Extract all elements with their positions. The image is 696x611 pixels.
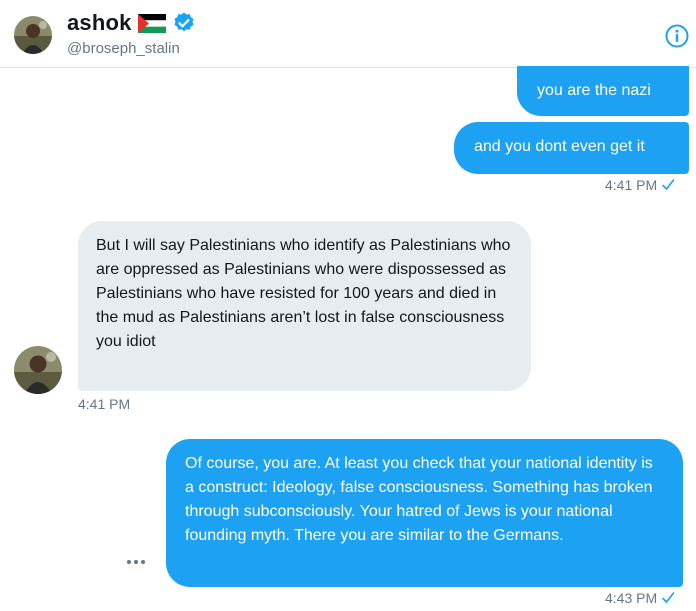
timestamp-text: 4:43 PM: [605, 590, 658, 606]
info-icon[interactable]: [665, 24, 689, 48]
message-timestamp: 4:41 PM: [605, 177, 675, 193]
conversation-header: ashok @broseph_stalin: [0, 0, 696, 68]
avatar[interactable]: [14, 346, 62, 394]
user-handle: @broseph_stalin: [67, 40, 180, 57]
header-name-row: ashok: [67, 10, 196, 36]
verified-badge-icon: [172, 11, 196, 35]
message-bubble-outgoing[interactable]: and you dont even get it: [454, 122, 689, 174]
dm-conversation: ashok @broseph_stalin you are the nazi a…: [0, 0, 696, 611]
read-checkmark-icon: [661, 178, 675, 192]
message-bubble-incoming[interactable]: But I will say Palestinians who identify…: [78, 221, 531, 391]
read-checkmark-icon: [661, 591, 675, 605]
avatar[interactable]: [14, 16, 52, 54]
message-bubble-outgoing[interactable]: Of course, you are. At least you check t…: [166, 439, 683, 587]
palestine-flag-icon: [137, 13, 166, 33]
timestamp-text: 4:41 PM: [78, 396, 131, 412]
more-options-icon[interactable]: [124, 554, 150, 570]
message-timestamp: 4:43 PM: [605, 590, 675, 606]
display-name[interactable]: ashok: [67, 10, 132, 36]
timestamp-text: 4:41 PM: [605, 177, 658, 193]
message-timestamp: 4:41 PM: [78, 396, 130, 412]
message-bubble-outgoing[interactable]: you are the nazi: [517, 66, 689, 116]
